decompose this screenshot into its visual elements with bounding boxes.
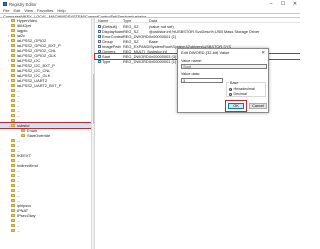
header-type[interactable]: Type — [123, 18, 149, 23]
value-data-input[interactable]: 3 — [181, 78, 223, 83]
dialog-title: Edit DWORD (32-bit) Value — [181, 50, 230, 55]
value-name-text: Type — [102, 59, 111, 64]
radio-dec-button[interactable] — [229, 92, 232, 96]
maximize-icon[interactable]: ☐ — [280, 1, 286, 7]
window-title: Registry Editor — [9, 1, 37, 7]
reg-string-value-icon — [98, 50, 101, 53]
edit-dword-dialog: Edit DWORD (32-bit) Value ✕ Value name: … — [177, 48, 269, 113]
base-label: Base — [229, 81, 240, 85]
reg-binary-value-icon — [98, 60, 101, 63]
dialog-close-icon[interactable]: ✕ — [261, 50, 265, 56]
minimize-icon[interactable]: – — [268, 1, 274, 7]
reg-string-value-icon — [98, 45, 101, 48]
cancel-button[interactable]: Cancel — [249, 103, 267, 109]
value-name-cell: Type — [95, 59, 123, 64]
reg-binary-value-icon — [98, 55, 101, 58]
ok-button[interactable]: OK — [228, 103, 244, 109]
value-name-field: Start — [181, 64, 267, 69]
value-name-label: Value name: — [181, 59, 203, 63]
tree-item-label: ... — [17, 228, 21, 233]
tree-item[interactable]: ... — [0, 228, 91, 233]
value-type-cell: REG_DWORD — [123, 59, 149, 64]
reg-binary-value-icon — [98, 35, 101, 38]
title-bar: Registry Editor – ☐ ✕ — [0, 0, 300, 8]
folder-icon — [11, 229, 15, 233]
header-data[interactable]: Data — [149, 18, 300, 23]
values-header: Name Type Data — [95, 18, 300, 23]
dialog-title-bar: Edit DWORD (32-bit) Value ✕ — [178, 49, 268, 56]
regedit-app-icon — [3, 2, 7, 6]
value-data-label: Value data: — [181, 72, 200, 76]
reg-string-value-icon — [98, 30, 101, 33]
reg-string-value-icon — [98, 40, 101, 43]
radio-hex-button[interactable] — [229, 87, 232, 91]
key-tree-pane[interactable]: › HyperVideo i8042prt iagpio › iai2c › iaLPSS2_… — [0, 18, 91, 249]
window-controls: – ☐ ✕ — [268, 1, 298, 7]
radio-hexadecimal[interactable]: Hexadecimal — [229, 87, 255, 91]
radio-hex-label: Hexadecimal — [233, 87, 255, 91]
registry-editor-window: Registry Editor – ☐ ✕ File Edit View Fav… — [0, 0, 300, 249]
reg-string-value-icon — [98, 25, 101, 28]
radio-decimal[interactable]: Decimal — [229, 92, 247, 96]
header-name[interactable]: Name — [95, 18, 123, 23]
base-group: Base Hexadecimal Decimal — [226, 81, 266, 97]
close-icon[interactable]: ✕ — [292, 1, 298, 7]
radio-dec-label: Decimal — [233, 92, 247, 96]
